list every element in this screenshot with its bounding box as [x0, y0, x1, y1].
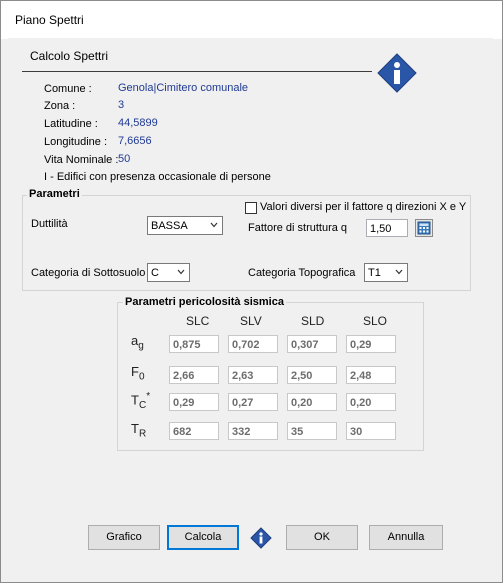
- ag-slo-field: 0,29: [346, 335, 396, 353]
- longitudine-label: Longitudine :: [44, 136, 107, 148]
- f0-slo-field: 2,48: [346, 366, 396, 384]
- longitudine-value: 7,6656: [118, 135, 152, 147]
- f0-sld-field: 2,50: [287, 366, 337, 384]
- zona-label: Zona :: [44, 100, 76, 112]
- ag-slv-field: 0,702: [228, 335, 278, 353]
- sottosuolo-label: Categoria di Sottosuolo: [31, 267, 146, 279]
- sottosuolo-select[interactable]: C: [147, 263, 190, 282]
- col-header-sld: SLD: [301, 314, 325, 328]
- symbol-tr: TR: [131, 421, 147, 440]
- ok-button[interactable]: OK: [286, 525, 358, 550]
- vita-nominale-label: Vita Nominale :: [44, 154, 119, 166]
- calcola-button[interactable]: Calcola: [167, 525, 239, 550]
- grafico-button[interactable]: Grafico: [88, 525, 160, 550]
- symbol-tc-star: TC*: [131, 391, 151, 411]
- ag-slc-field: 0,875: [169, 335, 219, 353]
- col-header-slc: SLC: [186, 314, 210, 328]
- symbol-ag: ag: [131, 333, 144, 352]
- valori-diversi-checkbox[interactable]: [245, 202, 257, 214]
- tc-slc-field: 0,29: [169, 393, 219, 411]
- annulla-button[interactable]: Annulla: [369, 525, 443, 550]
- ag-sld-field: 0,307: [287, 335, 337, 353]
- chevron-down-icon: [210, 222, 218, 228]
- chevron-down-icon: [177, 269, 185, 275]
- zona-value: 3: [118, 99, 125, 111]
- chevron-down-icon: [395, 269, 403, 275]
- topografica-label: Categoria Topografica: [248, 267, 356, 279]
- classe-uso-text: I - Edifici con presenza occasionale di …: [44, 171, 271, 183]
- tr-slv-field: 332: [228, 422, 278, 440]
- tc-slo-field: 0,20: [346, 393, 396, 411]
- duttilita-label: Duttilità: [31, 218, 68, 230]
- symbol-f0: F0: [131, 364, 145, 383]
- col-header-slv: SLV: [240, 314, 262, 328]
- sottosuolo-select-value: C: [151, 267, 159, 279]
- duttilita-select[interactable]: BASSA: [147, 216, 223, 235]
- fattore-struttura-label: Fattore di struttura q: [248, 222, 348, 234]
- info-icon: [377, 53, 417, 93]
- window-title: Piano Spettri: [15, 13, 84, 27]
- f0-slc-field: 2,66: [169, 366, 219, 384]
- sismica-group-title: Parametri pericolosità sismica: [123, 296, 286, 308]
- duttilita-select-value: BASSA: [151, 220, 188, 232]
- comune-value: Genola|Cimitero comunale: [118, 82, 249, 94]
- calculator-icon[interactable]: [415, 219, 433, 237]
- header-divider: [22, 71, 372, 72]
- page-title: Calcolo Spettri: [30, 49, 109, 63]
- f0-slv-field: 2,63: [228, 366, 278, 384]
- latitudine-value: 44,5899: [118, 117, 158, 129]
- topografica-select-value: T1: [368, 267, 381, 279]
- tc-sld-field: 0,20: [287, 393, 337, 411]
- info-icon[interactable]: [250, 527, 272, 549]
- tr-slo-field: 30: [346, 422, 396, 440]
- fattore-struttura-value: 1,50: [370, 223, 392, 235]
- tr-sld-field: 35: [287, 422, 337, 440]
- valori-diversi-label: Valori diversi per il fattore q direzion…: [260, 201, 467, 213]
- title-bar: Piano Spettri: [1, 1, 502, 39]
- fattore-struttura-input[interactable]: 1,50: [366, 219, 408, 237]
- col-header-slo: SLO: [363, 314, 388, 328]
- latitudine-label: Latitudine :: [44, 118, 98, 130]
- tc-slv-field: 0,27: [228, 393, 278, 411]
- comune-label: Comune :: [44, 83, 92, 95]
- topografica-select[interactable]: T1: [364, 263, 408, 282]
- parametri-group-title: Parametri: [27, 188, 82, 200]
- vita-nominale-value: 50: [118, 153, 131, 165]
- tr-slc-field: 682: [169, 422, 219, 440]
